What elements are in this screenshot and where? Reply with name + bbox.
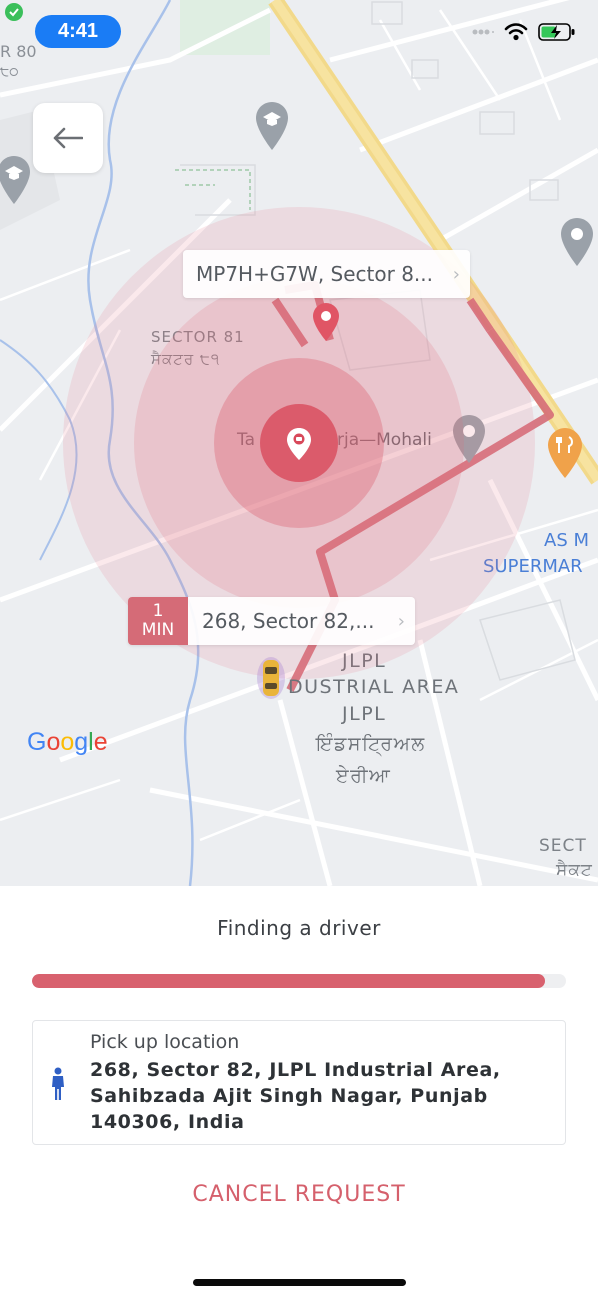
map-label-area: JLPL (342, 703, 387, 725)
school-pin-icon (0, 156, 30, 204)
place-pin-icon (561, 218, 593, 266)
chevron-right-icon: › (397, 611, 405, 632)
eta-badge: 1 MIN (128, 597, 188, 645)
search-status-text: Finding a driver (217, 916, 381, 940)
wifi-icon (504, 23, 528, 41)
map-label-area-pa: ਸੈਕਟ (556, 860, 593, 880)
map-view[interactable]: R 80 ੮੦ SECTOR 81 ਸੈਕਟਰ ੮੧ Ta rja—Mohali… (0, 0, 598, 886)
back-button[interactable] (33, 103, 103, 173)
school-pin-icon (256, 102, 288, 150)
map-label-area-pa: ਇੰਡਸਟ੍ਰਿਅਲ (316, 733, 426, 755)
person-icon (52, 1067, 64, 1100)
signal-dots-icon (472, 29, 494, 35)
eta-value: 1 (152, 601, 164, 621)
map-label-area-pa: ਏਰੀਆ (336, 765, 392, 787)
map-label-area: SECT (539, 836, 587, 856)
dropoff-callout[interactable]: MP7H+G7W, Sector 8... › (183, 250, 470, 298)
restaurant-pin-icon (548, 428, 582, 478)
center-location-pin-icon (287, 428, 311, 460)
map-label-store: AS M (544, 530, 589, 551)
pickup-callout-text: 268, Sector 82,... (202, 609, 375, 633)
pickup-label: Pick up location (90, 1031, 240, 1053)
pickup-address: 268, Sector 82, JLPL Industrial Area, Sa… (90, 1059, 501, 1133)
battery-charging-icon (538, 23, 575, 41)
dropoff-pin-icon[interactable] (313, 303, 339, 341)
map-label: ੮੦ (0, 64, 19, 80)
cancel-request-button[interactable]: CANCEL REQUEST (0, 1182, 598, 1207)
chevron-right-icon: › (452, 264, 460, 285)
status-time: 4:41 (35, 15, 121, 48)
pickup-location-card[interactable]: Pick up location 268, Sector 82, JLPL In… (32, 1020, 566, 1145)
eta-unit: MIN (141, 620, 175, 640)
pickup-callout[interactable]: 1 MIN 268, Sector 82,... › (128, 597, 415, 645)
car-icon (257, 657, 285, 699)
home-indicator (193, 1279, 406, 1286)
search-progress-bar (32, 974, 566, 988)
status-icons (472, 22, 576, 42)
map-label-area: DUSTRIAL AREA (288, 676, 460, 698)
arrow-left-icon (53, 127, 83, 149)
dropoff-callout-text: MP7H+G7W, Sector 8... (196, 262, 434, 286)
bottom-sheet: Finding a driver Pick up location 268, S… (0, 886, 598, 1300)
map-label: R 80 (0, 42, 37, 61)
status-indicator-dot (5, 3, 23, 21)
google-logo: Google (27, 728, 108, 756)
search-progress-fill (32, 974, 545, 988)
